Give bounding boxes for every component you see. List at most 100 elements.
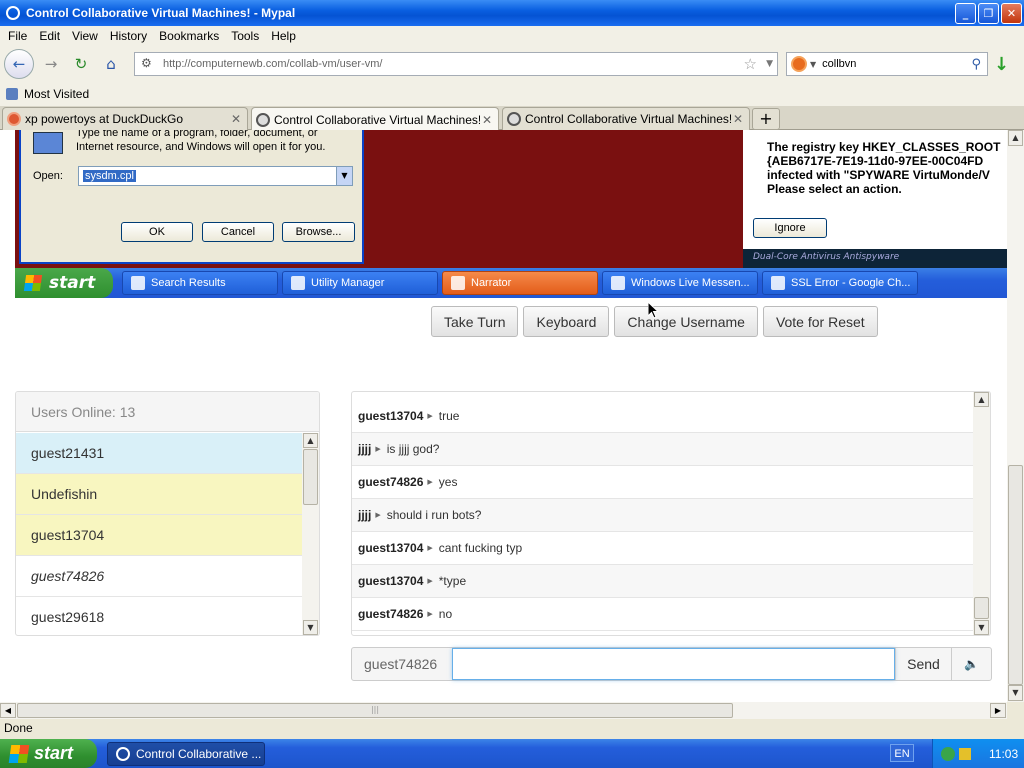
- new-tab-button[interactable]: +: [752, 108, 780, 130]
- triangle-right-icon: ▶: [427, 413, 433, 420]
- menu-bookmarks[interactable]: Bookmarks: [153, 29, 225, 43]
- reload-button[interactable]: ↻: [68, 51, 94, 77]
- chat-input[interactable]: [452, 648, 895, 680]
- vm-task-search-results[interactable]: Search Results: [122, 271, 278, 295]
- chat-message-list: guest13704 ▶ true jjjj ▶ is jjjj god? guest7…: [352, 400, 974, 631]
- bookmark-star-icon[interactable]: ☆: [744, 55, 757, 73]
- security-shield-icon[interactable]: [959, 747, 971, 760]
- system-tray: 11:03: [932, 739, 1024, 768]
- run-dialog: Type the name of a program, folder, docu…: [19, 130, 364, 264]
- restore-button[interactable]: ❐: [978, 3, 999, 24]
- search-query[interactable]: collbvn: [822, 58, 856, 70]
- close-tab-icon[interactable]: ✕: [229, 112, 243, 126]
- chat-text: yes: [438, 475, 458, 489]
- search-engine-icon[interactable]: [791, 56, 807, 72]
- page-horizontal-scrollbar[interactable]: ◀ ||| ▶: [0, 702, 1007, 719]
- ignore-button[interactable]: Ignore: [753, 218, 827, 238]
- user-list-item[interactable]: guest13704: [16, 515, 304, 556]
- vm-task-utility-manager[interactable]: Utility Manager: [282, 271, 438, 295]
- open-input-value[interactable]: sysdm.cpl: [83, 170, 136, 182]
- mypal-app-icon: [116, 747, 130, 761]
- chat-username-label: guest74826: [364, 656, 438, 672]
- scroll-down-icon[interactable]: ▼: [974, 620, 989, 635]
- language-indicator[interactable]: EN: [890, 744, 914, 762]
- vm-screen[interactable]: Type the name of a program, folder, docu…: [15, 130, 1007, 298]
- user-list-scrollbar[interactable]: ▲ ▼: [302, 433, 319, 635]
- vote-for-reset-button[interactable]: Vote for Reset: [762, 306, 878, 337]
- user-list-item[interactable]: guest21431: [16, 433, 304, 474]
- download-icon[interactable]: ↓: [994, 54, 1009, 75]
- utility-manager-icon: [291, 276, 305, 290]
- taskbar-task-browser[interactable]: Control Collaborative ...: [107, 742, 265, 766]
- site-identity-icon[interactable]: ⚙: [141, 56, 157, 72]
- open-input[interactable]: sysdm.cpl ▼: [78, 166, 353, 186]
- forward-button[interactable]: →: [38, 51, 64, 77]
- scroll-up-icon[interactable]: ▲: [303, 433, 318, 448]
- chat-scrollbar[interactable]: ▲ ▼: [973, 392, 990, 635]
- menu-edit[interactable]: Edit: [33, 29, 66, 43]
- minimize-button[interactable]: _: [955, 3, 976, 24]
- user-list-item[interactable]: Undefishin: [16, 474, 304, 515]
- chat-message: jjjj ▶ is jjjj god?: [352, 433, 974, 466]
- vm-task-label: Windows Live Messen...: [631, 277, 750, 289]
- keyboard-button[interactable]: Keyboard: [523, 306, 610, 337]
- menu-bar: File Edit View History Bookmarks Tools H…: [0, 26, 1024, 46]
- clock[interactable]: 11:03: [989, 747, 1018, 761]
- scroll-left-icon[interactable]: ◀: [0, 703, 16, 718]
- url-text[interactable]: http://computernewb.com/collab-vm/user-v…: [163, 58, 382, 70]
- vm-task-label: Search Results: [151, 277, 226, 289]
- url-dropdown-icon[interactable]: ▼: [766, 59, 773, 69]
- vm-task-ssl-error[interactable]: SSL Error - Google Ch...: [762, 271, 918, 295]
- user-list-item[interactable]: guest29618: [16, 597, 304, 635]
- navigation-toolbar: ← → ↻ ⌂ ⚙ http://computernewb.com/collab…: [0, 46, 1024, 82]
- chrome-icon: [771, 276, 785, 290]
- menu-file[interactable]: File: [2, 29, 33, 43]
- tab-duckduckgo[interactable]: xp powertoys at DuckDuckGo ✕: [2, 107, 248, 130]
- tab-collabvm[interactable]: Control Collaborative Virtual Machines! …: [502, 107, 750, 130]
- page-vertical-scrollbar[interactable]: ▲ ▼: [1007, 130, 1024, 702]
- search-bar[interactable]: ▼ collbvn ⚲: [786, 52, 988, 76]
- scroll-down-icon[interactable]: ▼: [1008, 685, 1023, 701]
- menu-view[interactable]: View: [66, 29, 104, 43]
- ok-button[interactable]: OK: [121, 222, 193, 242]
- menu-tools[interactable]: Tools: [225, 29, 265, 43]
- vm-start-button[interactable]: start: [15, 268, 113, 298]
- take-turn-button[interactable]: Take Turn: [431, 306, 519, 337]
- vm-task-label: Utility Manager: [311, 277, 385, 289]
- menu-history[interactable]: History: [104, 29, 153, 43]
- antivirus-alert: The registry key HKEY_CLASSES_ROOT {AEB6…: [743, 130, 1007, 268]
- scroll-right-icon[interactable]: ▶: [990, 703, 1006, 718]
- vm-task-narrator[interactable]: Narrator: [442, 271, 598, 295]
- collabvm-icon: [507, 112, 521, 126]
- scroll-thumb[interactable]: [974, 597, 989, 619]
- start-button[interactable]: start: [0, 739, 97, 768]
- menu-help[interactable]: Help: [265, 29, 302, 43]
- user-list-item[interactable]: guest74826: [16, 556, 304, 597]
- browse-button[interactable]: Browse...: [282, 222, 355, 242]
- chevron-down-icon[interactable]: ▼: [336, 167, 352, 185]
- change-username-button[interactable]: Change Username: [614, 306, 758, 337]
- tab-collabvm-active[interactable]: Control Collaborative Virtual Machines! …: [251, 107, 499, 131]
- chat-username: guest74826: [358, 607, 424, 621]
- sound-icon[interactable]: 🔈: [951, 648, 991, 680]
- search-icon[interactable]: ⚲: [971, 57, 981, 72]
- close-tab-icon[interactable]: ✕: [731, 112, 745, 126]
- cancel-button[interactable]: Cancel: [202, 222, 274, 242]
- chat-username: guest13704: [358, 574, 424, 588]
- scroll-thumb[interactable]: |||: [17, 703, 733, 718]
- search-engine-dropdown-icon[interactable]: ▼: [810, 60, 816, 69]
- vm-task-live-messenger[interactable]: Windows Live Messen...: [602, 271, 758, 295]
- close-window-button[interactable]: ✕: [1001, 3, 1022, 24]
- send-button[interactable]: Send: [895, 648, 951, 680]
- scroll-up-icon[interactable]: ▲: [1008, 130, 1023, 146]
- address-bar[interactable]: ⚙ http://computernewb.com/collab-vm/user…: [134, 52, 778, 76]
- scroll-up-icon[interactable]: ▲: [974, 392, 989, 407]
- back-button[interactable]: ←: [4, 49, 34, 79]
- scroll-thumb[interactable]: [303, 449, 318, 505]
- scroll-thumb[interactable]: [1008, 465, 1023, 685]
- network-globe-icon[interactable]: [941, 746, 955, 761]
- close-tab-icon[interactable]: ✕: [480, 113, 494, 127]
- scroll-down-icon[interactable]: ▼: [303, 620, 318, 635]
- home-button[interactable]: ⌂: [98, 51, 124, 77]
- bookmark-most-visited[interactable]: Most Visited: [24, 87, 89, 101]
